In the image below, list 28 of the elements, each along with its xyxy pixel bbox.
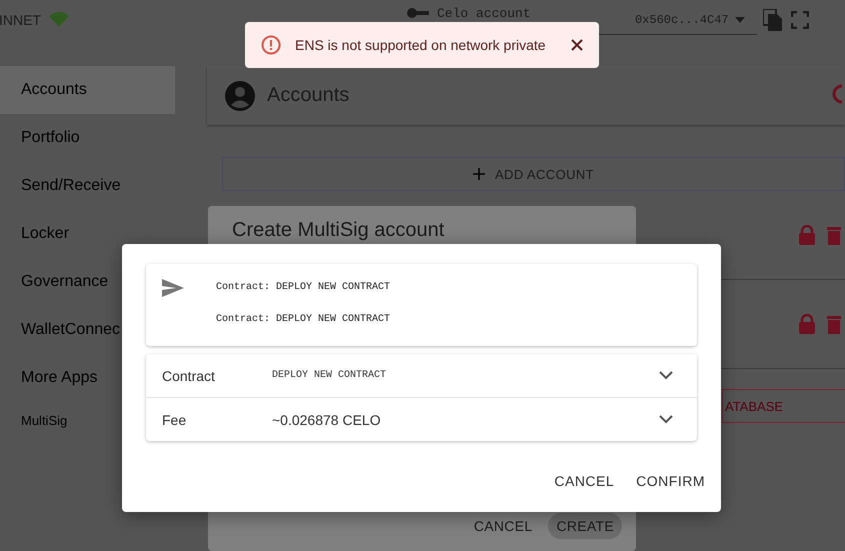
dialog-button[interactable]: CREATE [548, 513, 622, 539]
account-label: Celo account [437, 7, 531, 21]
dialog-title: Create MultiSig account [232, 219, 446, 242]
summary-line: Contract: DEPLOY NEW CONTRACT [216, 282, 390, 293]
detail-value: DEPLOY NEW CONTRACT [272, 370, 388, 381]
toast-message: ENS is not supported on network private [295, 37, 547, 53]
database-button[interactable]: ATABASE [722, 389, 845, 423]
detail-row[interactable]: Contract DEPLOY NEW CONTRACT [146, 354, 697, 398]
dialog-button[interactable]: CANCEL [546, 467, 622, 495]
sidebar-item[interactable]: MultiSig [0, 402, 120, 438]
network-label: INNET [0, 12, 41, 28]
page-title: Accounts [267, 84, 350, 107]
detail-row[interactable]: Fee ~0.026878 CELO [146, 398, 697, 441]
summary-line: Contract: DEPLOY NEW CONTRACT [216, 314, 390, 325]
sidebar-item[interactable]: Locker [0, 210, 120, 258]
dialog-button[interactable]: CANCEL [466, 513, 540, 539]
dialog-button[interactable]: CONFIRM [628, 467, 713, 495]
detail-value: ~0.026878 CELO [272, 412, 382, 428]
sidebar-item[interactable]: Governance [0, 258, 120, 306]
sidebar-item[interactable]: Accounts [0, 66, 175, 114]
detail-label: Contract [162, 368, 216, 384]
sidebar-item[interactable]: WalletConnec [0, 306, 120, 354]
add-account-button[interactable]: ADD ACCOUNT [222, 157, 845, 191]
detail-label: Fee [162, 412, 188, 428]
sidebar-item[interactable]: Send/Receive [0, 162, 120, 210]
sidebar-item[interactable]: Portfolio [0, 114, 120, 162]
sidebar-item[interactable]: More Apps [0, 354, 120, 402]
address-dropdown[interactable]: 0x560c...4C47 [635, 13, 745, 27]
